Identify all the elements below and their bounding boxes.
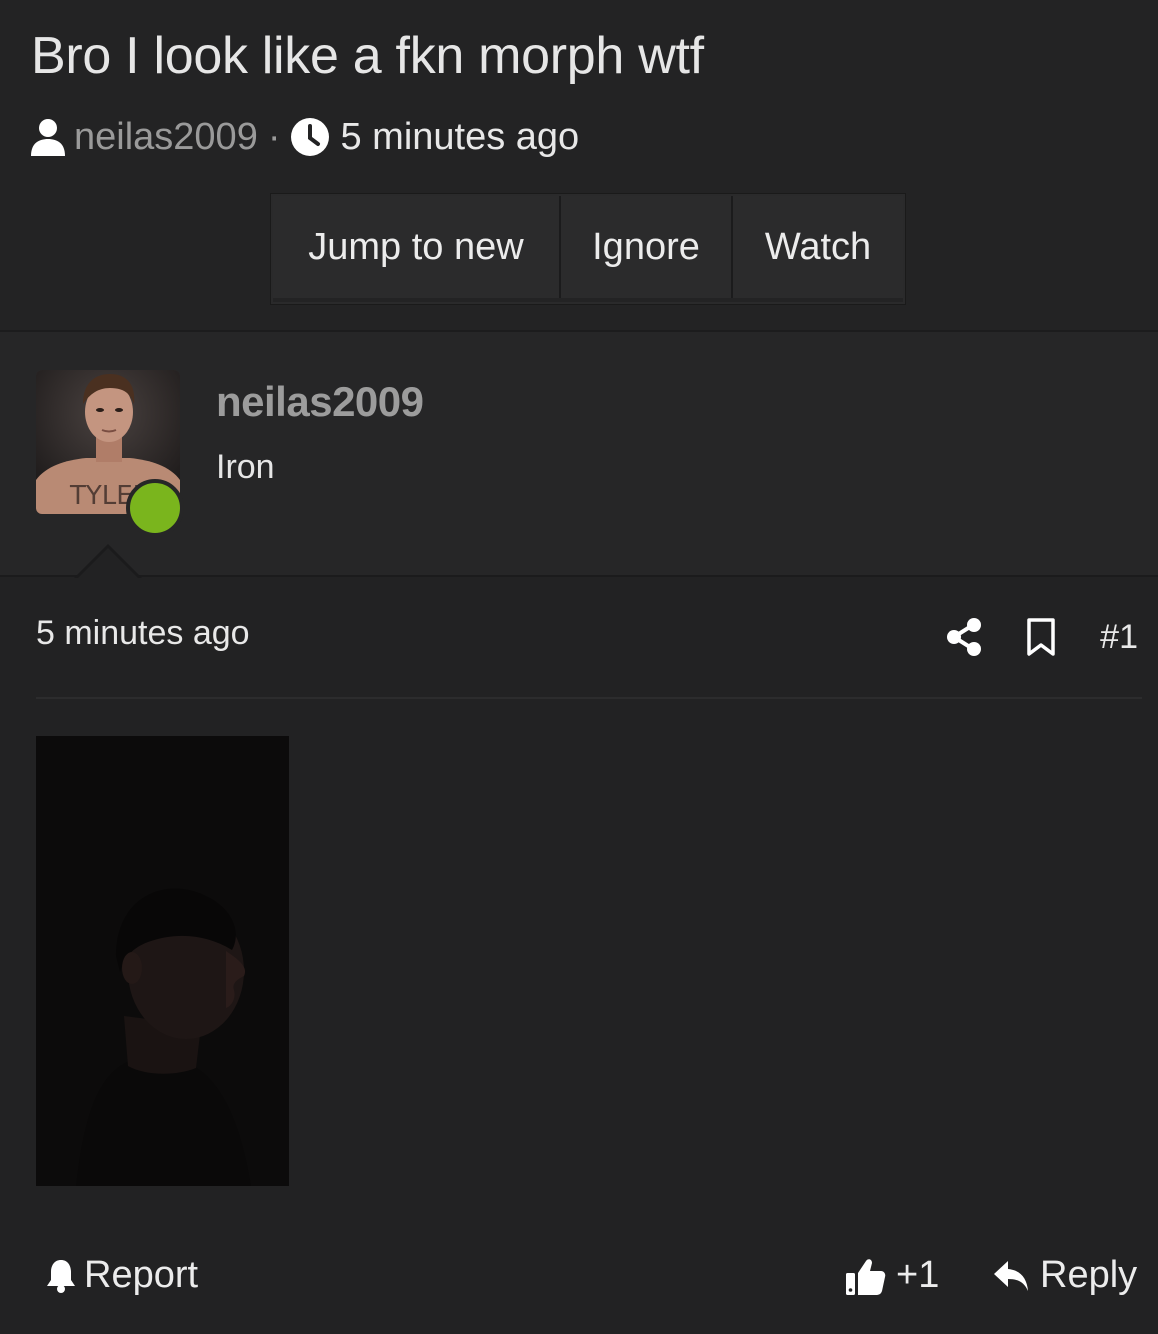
thread-meta: neilas2009 · 5 minutes ago — [30, 112, 579, 162]
ignore-button[interactable]: Ignore — [561, 196, 733, 298]
clock-icon — [290, 117, 330, 157]
bookmark-icon[interactable] — [1026, 617, 1056, 657]
post-author-name[interactable]: neilas2009 — [216, 378, 424, 426]
like-count: +1 — [896, 1254, 940, 1296]
post-author-block: TYLER neilas2009 Iron — [0, 332, 1158, 575]
post-actions: #1 — [946, 612, 1138, 662]
post-time[interactable]: 5 minutes ago — [36, 614, 250, 653]
post-attachment-image[interactable] — [36, 736, 289, 1186]
post-author-title: Iron — [216, 448, 275, 486]
thread-author-link[interactable]: neilas2009 — [74, 116, 258, 159]
divider — [0, 575, 1158, 577]
divider — [36, 697, 1142, 699]
meta-separator: · — [267, 115, 281, 158]
bell-icon — [44, 1258, 78, 1294]
reply-button[interactable]: Reply — [992, 1254, 1137, 1297]
report-label: Report — [84, 1254, 199, 1296]
message-pointer-inner — [77, 548, 139, 579]
thread-actions: Jump to new Ignore Watch — [271, 194, 905, 304]
thread-header: Bro I look like a fkn morph wtf neilas20… — [0, 0, 1158, 330]
thread-title: Bro I look like a fkn morph wtf — [31, 27, 704, 85]
post-number-link[interactable]: #1 — [1100, 618, 1138, 657]
thumbs-up-icon — [844, 1255, 886, 1297]
jump-to-new-button[interactable]: Jump to new — [273, 196, 561, 298]
like-button[interactable]: +1 — [844, 1254, 939, 1297]
reply-icon — [992, 1258, 1030, 1294]
thread-time[interactable]: 5 minutes ago — [340, 116, 579, 159]
user-icon — [30, 117, 66, 157]
reply-label: Reply — [1040, 1254, 1138, 1296]
share-icon[interactable] — [946, 617, 982, 657]
online-status-indicator — [126, 479, 184, 537]
watch-button[interactable]: Watch — [733, 196, 903, 298]
report-button[interactable]: Report — [44, 1254, 198, 1297]
